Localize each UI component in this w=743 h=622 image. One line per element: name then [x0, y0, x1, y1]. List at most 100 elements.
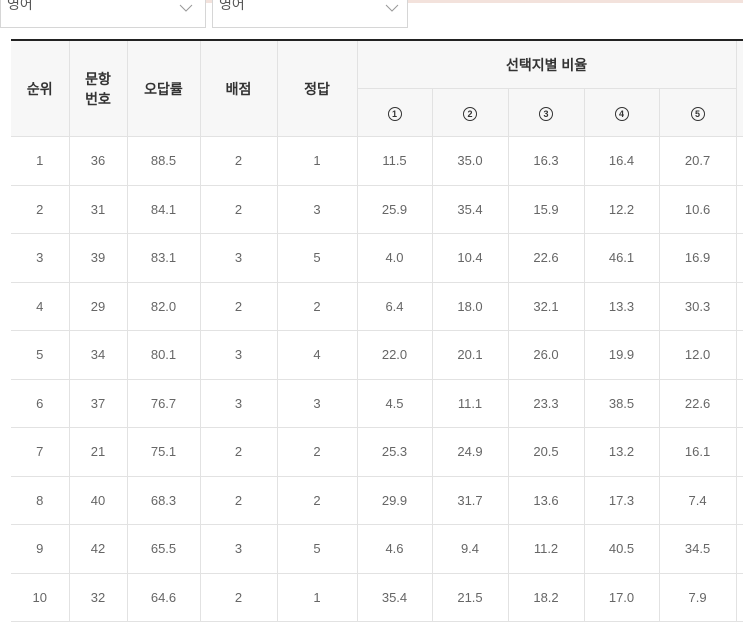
- answer-cell: 2: [277, 282, 358, 331]
- rank-cell: 5: [11, 330, 70, 380]
- choice-1-cell: 25.3: [357, 427, 433, 477]
- choice-1-cell: 35.4: [357, 573, 433, 622]
- points-cell: 3: [200, 330, 278, 380]
- choice-4-cell: 40.5: [584, 524, 660, 574]
- choice-4-cell: 13.2: [584, 427, 660, 477]
- points-cell: 3: [200, 379, 278, 428]
- answer-cell: 1: [277, 573, 358, 622]
- header-choice-1: 1: [357, 88, 433, 137]
- choice-3-cell: 13.6: [508, 476, 585, 525]
- header-answer: 정답: [277, 39, 358, 137]
- extra-cell: [736, 330, 743, 380]
- answer-cell: 3: [277, 379, 358, 428]
- error-rate-cell: 80.1: [127, 330, 201, 380]
- question-no-cell: 40: [69, 476, 128, 525]
- error-rate-cell: 65.5: [127, 524, 201, 574]
- choice-3-cell: 11.2: [508, 524, 585, 574]
- choice-1-cell: 29.9: [357, 476, 433, 525]
- points-cell: 2: [200, 573, 278, 622]
- header-question-no: 문항 번호: [69, 39, 128, 137]
- rank-cell: 3: [11, 233, 70, 283]
- header-extra: [736, 39, 743, 137]
- choice-4-cell: 17.3: [584, 476, 660, 525]
- question-no-cell: 32: [69, 573, 128, 622]
- extra-cell: [736, 524, 743, 574]
- choice-2-cell: 24.9: [432, 427, 509, 477]
- subject-select-right-value: 영어: [219, 0, 245, 13]
- choice-4-cell: 17.0: [584, 573, 660, 622]
- table-row: 10 32 64.6 2 1 35.4 21.5 18.2 17.0 7.9: [11, 573, 743, 622]
- chevron-down-icon: [179, 4, 193, 12]
- choice-1-cell: 4.6: [357, 524, 433, 574]
- error-rate-cell: 76.7: [127, 379, 201, 428]
- choice-3-cell: 23.3: [508, 379, 585, 428]
- question-no-cell: 34: [69, 330, 128, 380]
- choice-3-cell: 22.6: [508, 233, 585, 283]
- choice-4-cell: 13.3: [584, 282, 660, 331]
- choice-2-cell: 9.4: [432, 524, 509, 574]
- choice-1-cell: 25.9: [357, 185, 433, 234]
- extra-cell: [736, 476, 743, 525]
- header-points: 배점: [200, 39, 278, 137]
- points-cell: 2: [200, 136, 278, 186]
- points-cell: 2: [200, 476, 278, 525]
- header-question-no-line2: 번호: [85, 90, 111, 107]
- table-row: 9 42 65.5 3 5 4.6 9.4 11.2 40.5 34.5: [11, 524, 743, 574]
- choice-5-cell: 20.7: [659, 136, 737, 186]
- error-rate-cell: 68.3: [127, 476, 201, 525]
- error-rate-cell: 64.6: [127, 573, 201, 622]
- rank-cell: 10: [11, 573, 70, 622]
- choice-5-cell: 16.1: [659, 427, 737, 477]
- choice-1-cell: 22.0: [357, 330, 433, 380]
- choice-2-cell: 11.1: [432, 379, 509, 428]
- choice-3-cell: 16.3: [508, 136, 585, 186]
- table-row: 7 21 75.1 2 2 25.3 24.9 20.5 13.2 16.1: [11, 427, 743, 477]
- rank-cell: 8: [11, 476, 70, 525]
- table-row: 8 40 68.3 2 2 29.9 31.7 13.6 17.3 7.4: [11, 476, 743, 525]
- rank-cell: 2: [11, 185, 70, 234]
- error-rate-cell: 75.1: [127, 427, 201, 477]
- choice-number-1: 1: [387, 106, 402, 121]
- choice-1-cell: 11.5: [357, 136, 433, 186]
- question-no-cell: 31: [69, 185, 128, 234]
- header-choice-4: 4: [584, 88, 660, 137]
- error-rate-table: 순위 문항 번호 오답률 배점 정답 선택지별 비율 1 2 3 4 5 1 36…: [11, 39, 743, 622]
- header-error-rate: 오답률: [127, 39, 201, 137]
- extra-cell: [736, 282, 743, 331]
- choice-3-cell: 20.5: [508, 427, 585, 477]
- extra-cell: [736, 233, 743, 283]
- question-no-cell: 42: [69, 524, 128, 574]
- header-choice-3: 3: [508, 88, 585, 137]
- error-rate-cell: 84.1: [127, 185, 201, 234]
- question-no-cell: 29: [69, 282, 128, 331]
- subject-select-right[interactable]: 영어: [212, 0, 408, 28]
- extra-cell: [736, 136, 743, 186]
- choice-2-cell: 31.7: [432, 476, 509, 525]
- choice-5-cell: 7.9: [659, 573, 737, 622]
- header-rank: 순위: [11, 39, 70, 137]
- extra-cell: [736, 379, 743, 428]
- choice-1-cell: 4.0: [357, 233, 433, 283]
- choice-2-cell: 18.0: [432, 282, 509, 331]
- choice-4-cell: 38.5: [584, 379, 660, 428]
- choice-2-cell: 35.4: [432, 185, 509, 234]
- extra-cell: [736, 573, 743, 622]
- choice-3-cell: 26.0: [508, 330, 585, 380]
- subject-select-left[interactable]: 영어: [0, 0, 206, 28]
- rank-cell: 6: [11, 379, 70, 428]
- table-row: 1 36 88.5 2 1 11.5 35.0 16.3 16.4 20.7: [11, 136, 743, 186]
- choice-number-5: 5: [690, 106, 705, 121]
- table-row: 3 39 83.1 3 5 4.0 10.4 22.6 46.1 16.9: [11, 233, 743, 283]
- table-row: 2 31 84.1 2 3 25.9 35.4 15.9 12.2 10.6: [11, 185, 743, 234]
- choice-1-cell: 4.5: [357, 379, 433, 428]
- table-row: 5 34 80.1 3 4 22.0 20.1 26.0 19.9 12.0: [11, 330, 743, 380]
- choice-4-cell: 19.9: [584, 330, 660, 380]
- choice-4-cell: 16.4: [584, 136, 660, 186]
- answer-cell: 2: [277, 427, 358, 477]
- subject-select-left-value: 영어: [7, 0, 33, 13]
- choice-number-4: 4: [614, 106, 629, 121]
- choice-2-cell: 35.0: [432, 136, 509, 186]
- choice-5-cell: 12.0: [659, 330, 737, 380]
- points-cell: 2: [200, 282, 278, 331]
- question-no-cell: 39: [69, 233, 128, 283]
